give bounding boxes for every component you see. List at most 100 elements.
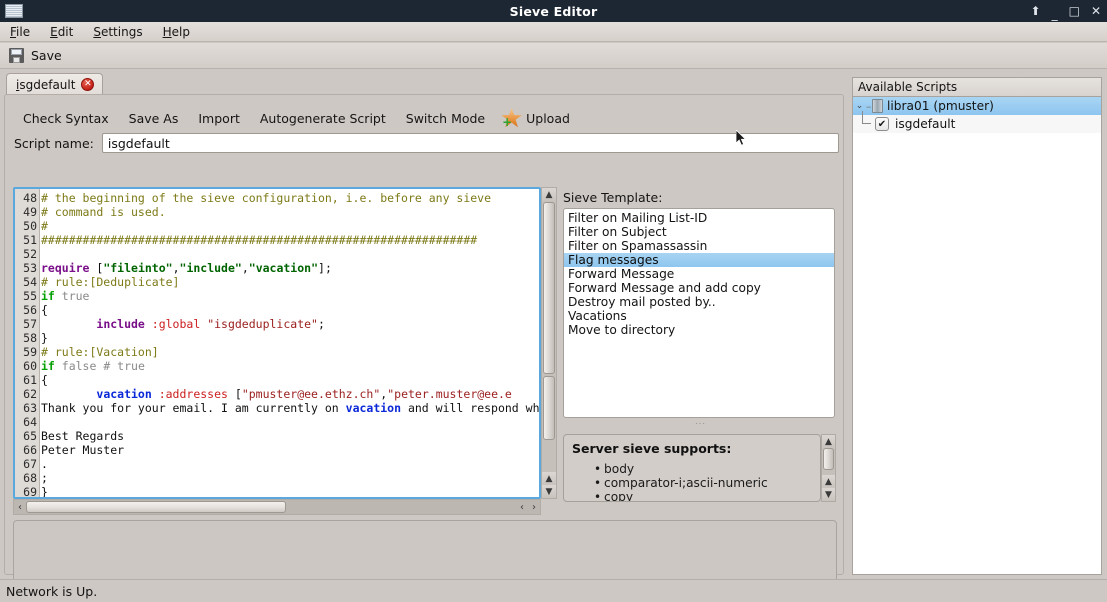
supports-scroll-up-icon[interactable]: ▲ [822,435,835,448]
status-text: Network is Up. [6,583,98,599]
upload-button-label: Upload [526,110,570,126]
template-list-item[interactable]: Forward Message and add copy [564,281,834,295]
shade-button[interactable]: ⬆ [1031,5,1041,17]
minimize-button[interactable]: _ [1052,8,1058,20]
template-list-item[interactable]: Filter on Subject [564,225,834,239]
splitter-handle-template[interactable]: ․․․ [695,418,706,426]
close-button[interactable]: ✕ [1091,5,1101,17]
line-number: 58 [23,331,37,345]
script-name-input[interactable] [101,133,839,153]
line-number: 68 [23,471,37,485]
code-token: . [41,457,48,471]
supports-vertical-scrollbar[interactable]: ▲ ▲ ▼ [821,434,836,502]
server-supports-title: Server sieve supports: [572,441,732,456]
code-line: vacation :addresses ["pmuster@ee.ethz.ch… [41,387,539,401]
template-list-item[interactable]: Forward Message [564,267,834,281]
check-syntax-button[interactable]: Check Syntax [13,111,119,126]
tab-label-rest: sgdefault [19,77,76,92]
editor-vscroll-thumb-upper[interactable] [543,202,555,374]
script-active-checkbox[interactable]: ✔ [875,117,889,131]
server-supports-list: bodycomparator-i;ascii-numericcopy [594,462,812,501]
line-number: 59 [23,345,37,359]
code-token: { [41,373,48,387]
script-name-label: Script name: [14,135,94,151]
close-icon[interactable]: ✕ [81,78,95,91]
code-token: "fileinto" [103,261,173,275]
code-line: require ["fileinto","include","vacation"… [41,261,539,275]
tree-item-script[interactable]: ✔ isgdefault [853,111,1101,133]
code-token: # the beginning of the sieve configurati… [41,191,492,205]
template-list-item[interactable]: Vacations [564,309,834,323]
code-line: # command is used. [41,205,539,219]
code-token: vacation [96,387,152,401]
supports-list-item: comparator-i;ascii-numeric [594,476,812,490]
template-list-item[interactable]: Flag messages [564,253,834,267]
code-editor[interactable]: 48 49 50 51 52 53 54 55 56 57 58 59 60 61 62 63 64 65 66 67… [13,187,541,499]
template-list-item[interactable]: Filter on Spamassassin [564,239,834,253]
line-number-gutter: 48 49 50 51 52 53 54 55 56 57 58 59 60 61 62 63 64 65 66 67… [15,189,40,497]
autogenerate-script-button[interactable]: Autogenerate Script [250,111,396,126]
code-token: "pmuster@ee.ethz.ch" [241,387,381,401]
scroll-left-icon-2[interactable]: ‹ [516,501,528,513]
menu-file[interactable]: File [0,22,40,42]
menu-bar: File Edit Settings Help [0,22,1107,42]
sieve-template-list[interactable]: Filter on Mailing List-ID Filter on Subje… [563,208,835,418]
template-list-item[interactable]: Filter on Mailing List-ID [564,211,834,225]
code-line: . [41,457,539,471]
tree-item-server[interactable]: ⌄ – libra01 (pmuster) [853,97,1101,115]
code-text[interactable]: # the beginning of the sieve configurati… [40,189,539,497]
editor-hscroll-thumb[interactable] [26,501,286,513]
code-token: vacation [345,401,402,415]
code-token: "include" [179,261,242,275]
scroll-up-icon-2[interactable]: ▲ [542,472,556,485]
code-token: , [172,261,180,275]
code-token: if [41,359,55,373]
code-token: :addresses [151,387,228,401]
code-line: Best Regards [41,429,539,443]
switch-mode-button[interactable]: Switch Mode [396,111,495,126]
chevron-down-icon[interactable]: ⌄ [853,101,866,111]
editor-vertical-scrollbar[interactable]: ▲ ▲ ▼ [541,187,557,499]
window-title: Sieve Editor [509,3,598,19]
supports-vscroll-thumb[interactable] [823,448,834,470]
line-number: 64 [23,415,37,429]
code-line: if false # true [41,359,539,373]
code-token: ; [41,471,48,485]
editor-horizontal-scrollbar[interactable]: ‹ ‹ › [13,499,541,515]
maximize-button[interactable]: □ [1069,5,1080,17]
editor-vscroll-thumb[interactable] [543,376,555,440]
tree-elbow [853,111,875,133]
scroll-right-icon[interactable]: › [528,501,540,513]
save-button[interactable]: Save [9,48,62,63]
menu-help[interactable]: Help [153,22,200,42]
code-token: ]; [318,261,332,275]
floppy-disk-icon [9,48,24,63]
template-list-item[interactable]: Move to directory [564,323,834,337]
import-button[interactable]: Import [188,111,250,126]
scroll-down-icon[interactable]: ▼ [542,485,556,498]
menu-edit[interactable]: Edit [40,22,83,42]
line-number: 56 [23,303,37,317]
line-number: 65 [23,429,37,443]
menu-help-label-rest: elp [171,24,190,39]
line-number: 53 [23,261,37,275]
template-list-item[interactable]: Destroy mail posted by.. [564,295,834,309]
code-line: # [41,219,539,233]
scroll-left-icon[interactable]: ‹ [14,501,26,513]
line-number: 49 [23,205,37,219]
menu-settings[interactable]: Settings [83,22,152,42]
tab-isgdefault[interactable]: isgdefault ✕ [6,73,104,95]
supports-scroll-up-icon-2[interactable]: ▲ [822,475,835,488]
code-token: and will respond wh [401,401,539,415]
save-as-button[interactable]: Save As [119,111,189,126]
supports-scroll-down-icon[interactable]: ▼ [822,488,835,501]
line-number: 63 [23,401,37,415]
code-line: Peter Muster [41,443,539,457]
server-supports-panel: Server sieve supports: bodycomparator-i;… [563,434,821,502]
upload-button[interactable]: + Upload [495,108,570,128]
menu-edit-label-rest: dit [57,24,74,39]
scroll-up-icon[interactable]: ▲ [542,188,556,201]
available-scripts-panel: Available Scripts ⌄ – libra01 (pmuster) … [852,77,1102,575]
